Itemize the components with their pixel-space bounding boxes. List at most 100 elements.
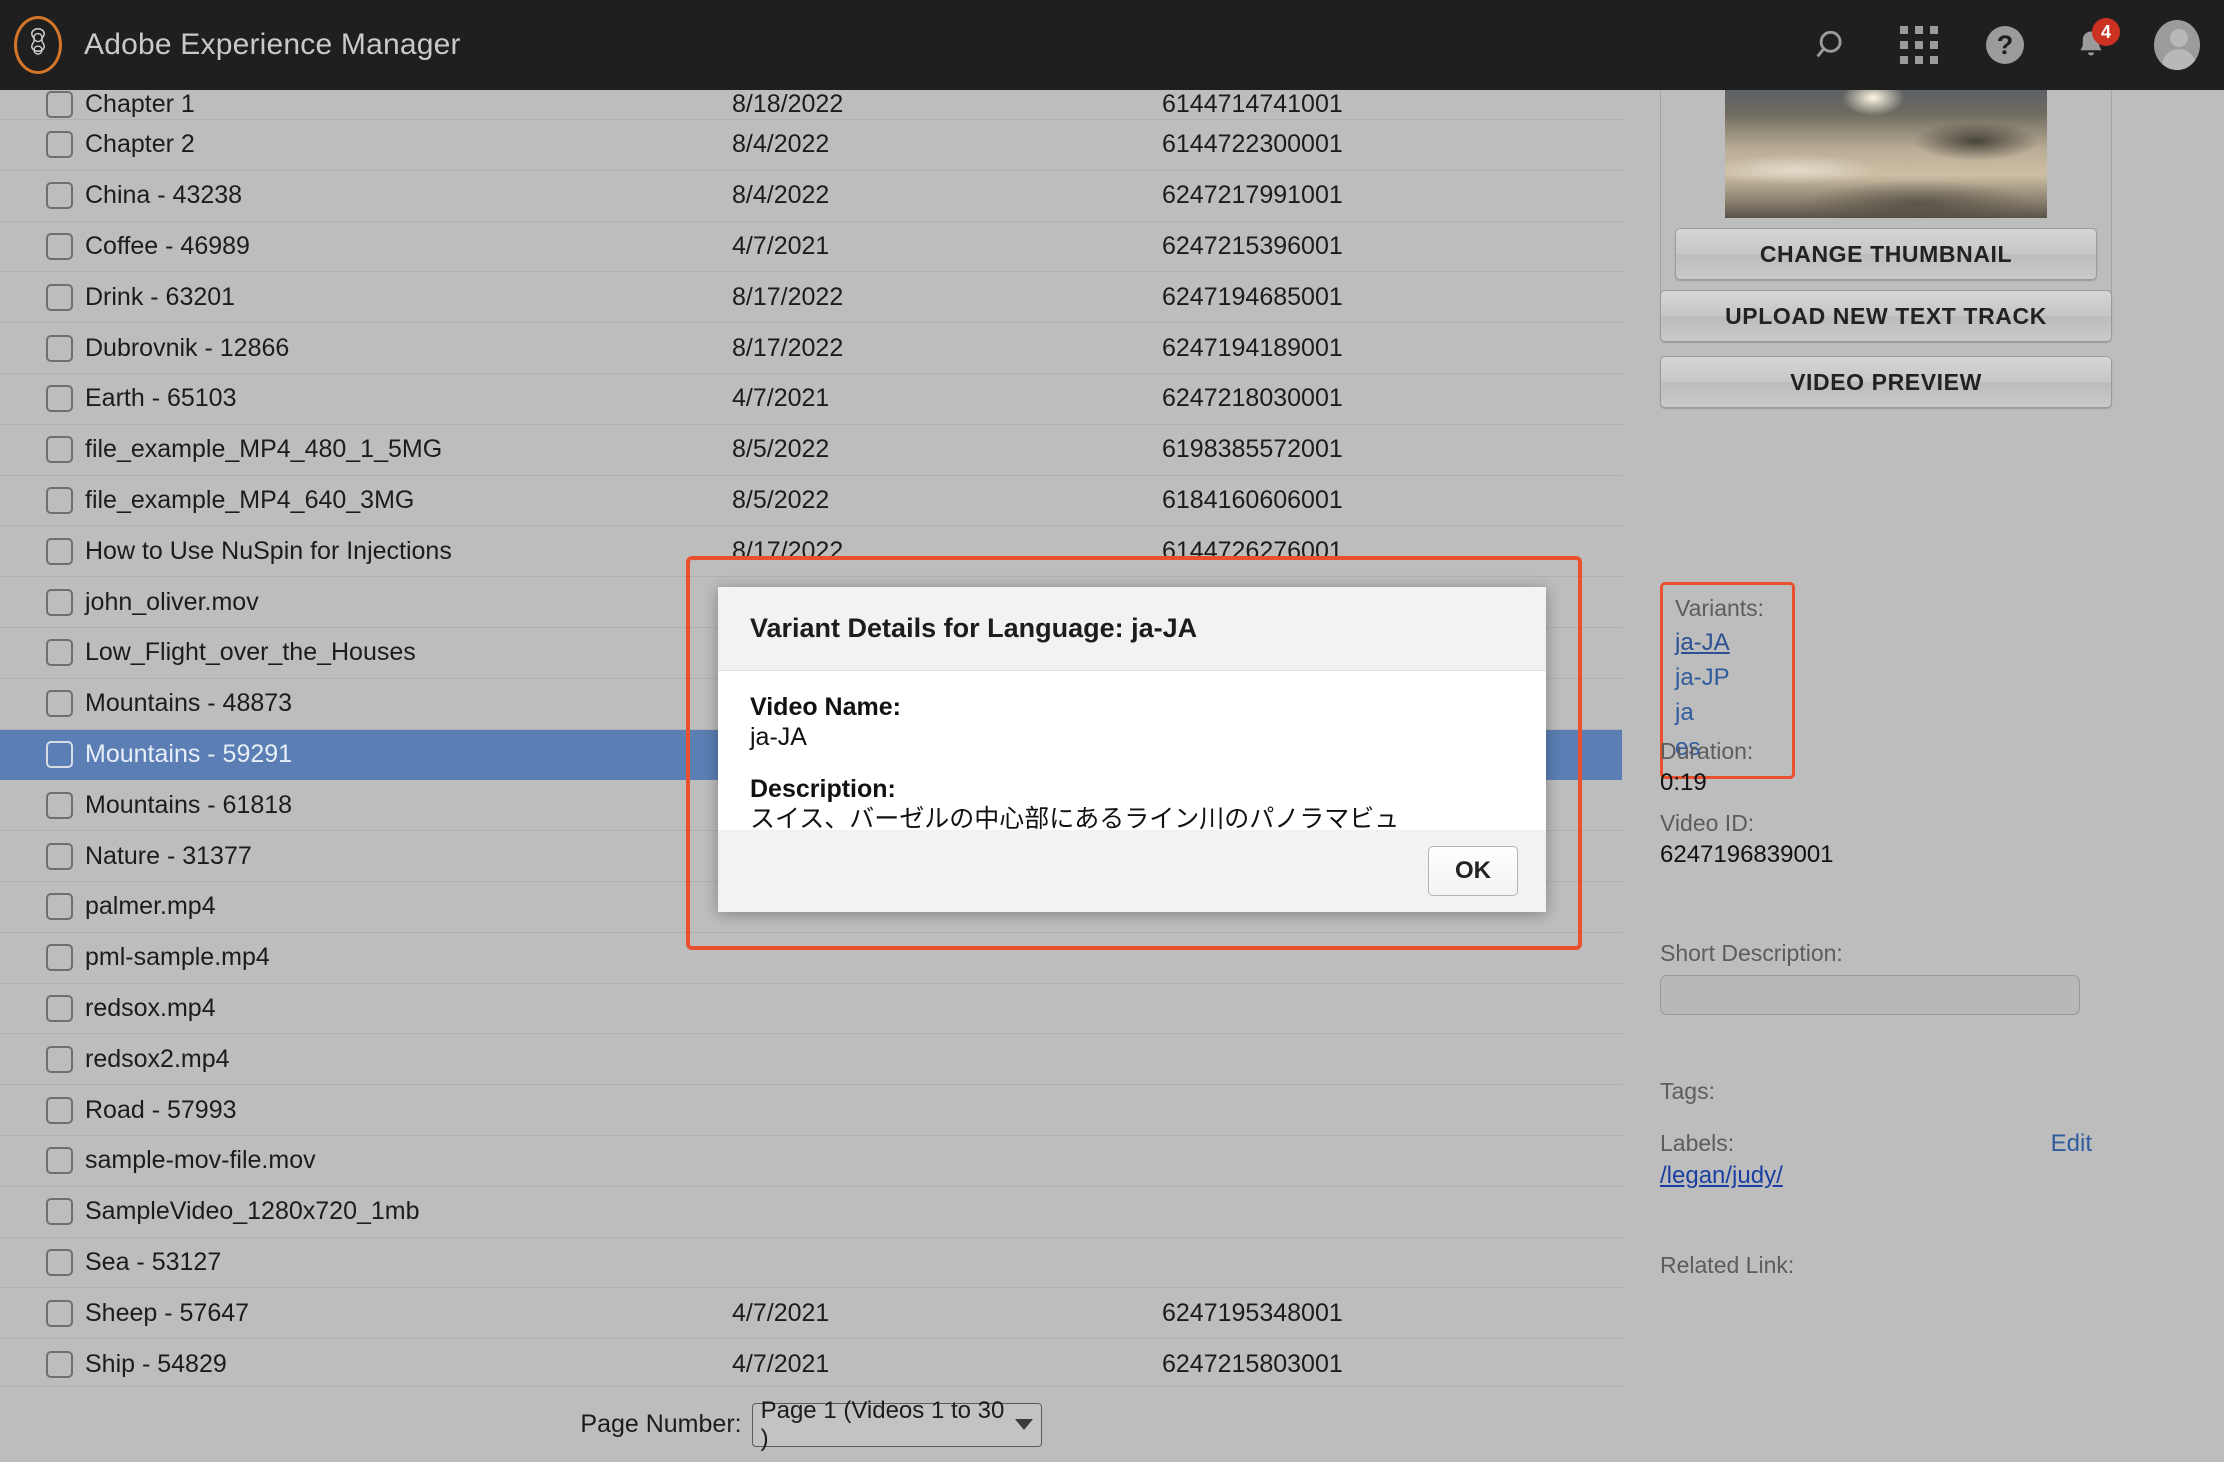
row-video-name[interactable]: SampleVideo_1280x720_1mb — [73, 1186, 732, 1238]
row-video-name[interactable]: Nature - 31377 — [73, 830, 732, 882]
row-checkbox-cell[interactable] — [0, 525, 73, 578]
row-checkbox[interactable] — [46, 893, 73, 921]
row-checkbox[interactable] — [46, 232, 73, 260]
adobe-aem-logo-icon[interactable] — [14, 16, 62, 74]
row-checkbox[interactable] — [46, 1147, 73, 1175]
row-checkbox-cell[interactable] — [0, 475, 73, 527]
short-description-input[interactable] — [1660, 975, 2080, 1015]
row-checkbox[interactable] — [46, 1350, 73, 1378]
row-checkbox-cell[interactable] — [0, 119, 73, 171]
row-checkbox-cell[interactable] — [0, 271, 73, 324]
row-checkbox-cell[interactable] — [0, 1237, 73, 1289]
row-checkbox-cell[interactable] — [0, 170, 73, 222]
row-checkbox-cell[interactable] — [0, 627, 73, 679]
row-video-name[interactable]: Sea - 53127 — [73, 1237, 732, 1289]
row-checkbox-cell[interactable] — [0, 932, 73, 984]
table-row[interactable]: Earth - 65103 4/7/2021 6247218030001 — [0, 373, 1622, 425]
row-video-name[interactable]: Mountains - 59291 — [73, 729, 732, 781]
row-video-name[interactable]: file_example_MP4_640_3MG — [73, 475, 732, 527]
table-row[interactable]: Drink - 63201 8/17/2022 6247194685001 — [0, 271, 1622, 324]
row-video-name[interactable]: palmer.mp4 — [73, 881, 732, 933]
page-number-select[interactable]: Page 1 (Videos 1 to 30 ) — [751, 1397, 1042, 1452]
row-checkbox[interactable] — [46, 1299, 73, 1327]
row-checkbox[interactable] — [46, 385, 73, 413]
row-video-name[interactable]: Earth - 65103 — [73, 373, 732, 425]
row-checkbox-cell[interactable] — [0, 424, 73, 476]
row-video-name[interactable]: Road - 57993 — [73, 1084, 732, 1136]
row-video-name[interactable]: Mountains - 48873 — [73, 678, 732, 730]
table-row[interactable]: SampleVideo_1280x720_1mb — [0, 1186, 1622, 1238]
row-checkbox[interactable] — [46, 334, 73, 362]
row-checkbox-cell[interactable] — [0, 1186, 73, 1238]
upload-text-track-button[interactable]: UPLOAD NEW TEXT TRACK — [1660, 290, 2112, 342]
row-checkbox[interactable] — [46, 537, 73, 565]
row-video-name[interactable]: Sheep - 57647 — [73, 1287, 732, 1340]
row-video-name[interactable]: redsox.mp4 — [73, 983, 732, 1035]
table-row[interactable]: Sea - 53127 — [0, 1237, 1622, 1289]
user-avatar-icon[interactable] — [2154, 20, 2200, 70]
row-checkbox-cell[interactable] — [0, 1338, 73, 1390]
row-video-name[interactable]: Ship - 54829 — [73, 1338, 732, 1390]
row-video-name[interactable]: China - 43238 — [73, 170, 732, 222]
row-checkbox[interactable] — [46, 283, 73, 311]
row-video-name[interactable]: Mountains - 61818 — [73, 779, 732, 832]
row-video-name[interactable]: john_oliver.mov — [73, 576, 732, 628]
row-checkbox[interactable] — [46, 182, 73, 210]
table-row[interactable]: China - 43238 8/4/2022 6247217991001 — [0, 170, 1622, 222]
search-icon[interactable] — [1810, 22, 1856, 68]
app-grid-icon[interactable] — [1896, 22, 1942, 68]
row-checkbox-cell[interactable] — [0, 1033, 73, 1086]
row-video-name[interactable]: Coffee - 46989 — [73, 221, 732, 273]
row-video-name[interactable]: sample-mov-file.mov — [73, 1135, 732, 1187]
row-checkbox-cell[interactable] — [0, 373, 73, 425]
table-row[interactable]: file_example_MP4_640_3MG 8/5/2022 61841606… — [0, 475, 1622, 527]
table-row[interactable]: redsox2.mp4 — [0, 1033, 1622, 1086]
row-checkbox-cell[interactable] — [0, 90, 73, 120]
change-thumbnail-button[interactable]: CHANGE THUMBNAIL — [1675, 228, 2097, 280]
row-checkbox[interactable] — [46, 690, 73, 718]
row-video-name[interactable]: Chapter 2 — [73, 119, 732, 171]
help-icon[interactable]: ? — [1982, 22, 2028, 68]
row-checkbox[interactable] — [46, 791, 73, 819]
row-checkbox[interactable] — [46, 994, 73, 1022]
variant-link-ja[interactable]: ja — [1675, 699, 1780, 727]
row-checkbox[interactable] — [46, 486, 73, 514]
row-video-name[interactable]: Drink - 63201 — [73, 271, 732, 324]
variant-link-ja-JP[interactable]: ja-JP — [1675, 664, 1780, 692]
row-checkbox[interactable] — [46, 131, 73, 159]
row-checkbox-cell[interactable] — [0, 1135, 73, 1187]
row-checkbox-cell[interactable] — [0, 576, 73, 628]
row-checkbox[interactable] — [46, 1096, 73, 1124]
table-row[interactable]: Chapter 1 8/18/2022 6144714741001 — [0, 90, 1622, 120]
row-video-name[interactable]: file_example_MP4_480_1_5MG — [73, 424, 732, 476]
row-checkbox[interactable] — [46, 740, 73, 768]
row-checkbox-cell[interactable] — [0, 983, 73, 1035]
ok-button[interactable]: OK — [1428, 846, 1518, 896]
row-checkbox[interactable] — [46, 91, 73, 118]
table-row[interactable]: Chapter 2 8/4/2022 6144722300001 — [0, 119, 1622, 171]
row-checkbox[interactable] — [46, 1045, 73, 1073]
row-checkbox-cell[interactable] — [0, 1287, 73, 1340]
row-checkbox-cell[interactable] — [0, 830, 73, 882]
table-row[interactable]: Road - 57993 — [0, 1084, 1622, 1136]
row-checkbox[interactable] — [46, 639, 73, 667]
row-checkbox-cell[interactable] — [0, 1084, 73, 1136]
row-video-name[interactable]: pml-sample.mp4 — [73, 932, 732, 984]
row-checkbox-cell[interactable] — [0, 779, 73, 832]
table-row[interactable]: Dubrovnik - 12866 8/17/2022 6247194189001 — [0, 322, 1622, 374]
row-checkbox-cell[interactable] — [0, 322, 73, 374]
table-row[interactable]: Sheep - 57647 4/7/2021 6247195348001 — [0, 1287, 1622, 1340]
table-row[interactable]: sample-mov-file.mov — [0, 1135, 1622, 1187]
label-path-link[interactable]: /legan/judy/ — [1660, 1162, 1783, 1190]
table-row[interactable]: Ship - 54829 4/7/2021 6247215803001 — [0, 1338, 1622, 1390]
row-video-name[interactable]: Chapter 1 — [73, 90, 732, 120]
row-checkbox[interactable] — [46, 1198, 73, 1226]
labels-edit-link[interactable]: Edit — [2051, 1130, 2112, 1158]
table-row[interactable]: file_example_MP4_480_1_5MG 8/5/2022 619838… — [0, 424, 1622, 476]
row-checkbox-cell[interactable] — [0, 221, 73, 273]
row-video-name[interactable]: redsox2.mp4 — [73, 1033, 732, 1086]
row-video-name[interactable]: Low_Flight_over_the_Houses — [73, 627, 732, 679]
row-checkbox-cell[interactable] — [0, 729, 73, 781]
row-video-name[interactable]: Dubrovnik - 12866 — [73, 322, 732, 374]
video-preview-button[interactable]: VIDEO PREVIEW — [1660, 356, 2112, 408]
